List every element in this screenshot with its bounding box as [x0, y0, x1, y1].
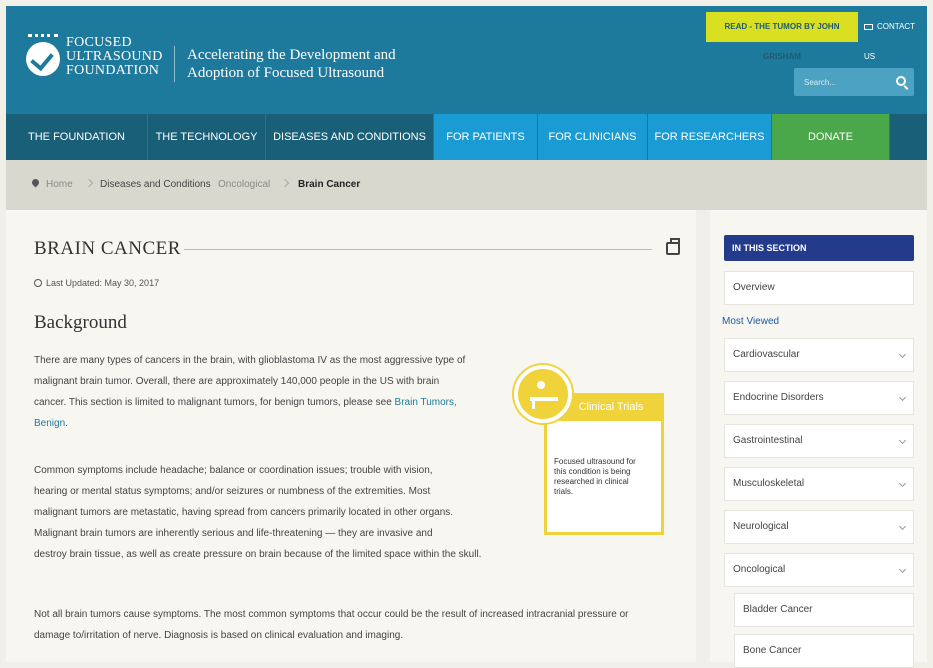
breadcrumb: Home Diseases and Conditions Oncological…	[6, 160, 927, 210]
search-icon[interactable]	[896, 76, 906, 86]
nav-filler	[890, 114, 927, 160]
sidebar-item-cardiovascular[interactable]: Cardiovascular	[724, 338, 914, 372]
breadcrumb-home[interactable]: Home	[46, 160, 73, 210]
donate-button[interactable]: DONATE	[772, 114, 890, 160]
page-title: BRAIN CANCER	[34, 238, 181, 259]
paragraph-3: Not all brain tumors cause symptoms. The…	[34, 609, 629, 641]
chevron-right-icon	[84, 178, 94, 188]
paragraph-1: There are many types of cancers in the b…	[34, 355, 466, 429]
nav-for-researchers[interactable]: FOR RESEARCHERS	[648, 114, 772, 160]
search-box	[794, 68, 914, 96]
sidebar-item-endocrine[interactable]: Endocrine Disorders	[724, 381, 914, 415]
nav-the-foundation[interactable]: THE FOUNDATION	[6, 114, 148, 160]
chevron-down-icon	[898, 522, 907, 531]
checkmark-logo-icon	[26, 42, 60, 76]
foundation-logo[interactable]: FOCUSED ULTRASOUND FOUNDATION	[26, 34, 166, 94]
clock-icon	[34, 279, 42, 287]
title-divider	[184, 249, 652, 250]
main-nav: THE FOUNDATION THE TECHNOLOGY DISEASES A…	[6, 114, 927, 160]
nav-diseases-and-conditions[interactable]: DISEASES AND CONDITIONS	[266, 114, 434, 160]
section-sidebar: IN THIS SECTION Overview Most Viewed Car…	[710, 210, 927, 668]
last-updated: Last Updated: May 30, 2017	[34, 278, 159, 288]
sidebar-item-gastrointestinal[interactable]: Gastrointestinal	[724, 424, 914, 458]
contact-us-link[interactable]: CONTACT US	[862, 12, 927, 61]
sidebar-subitem-bladder-cancer[interactable]: Bladder Cancer	[734, 593, 914, 627]
tagline: Accelerating the Development and Adoptio…	[174, 46, 396, 82]
nav-the-technology[interactable]: THE TECHNOLOGY	[148, 114, 266, 160]
sidebar-item-oncological[interactable]: Oncological	[724, 553, 914, 587]
location-pin-icon	[30, 177, 41, 188]
logo-text: FOCUSED ULTRASOUND FOUNDATION	[66, 35, 163, 78]
breadcrumb-oncological[interactable]: Oncological	[218, 160, 270, 210]
brain-tumors-benign-link-cont[interactable]: Benign	[34, 418, 65, 429]
breadcrumb-current: Brain Cancer	[298, 179, 361, 190]
nav-for-patients[interactable]: FOR PATIENTS	[434, 114, 538, 160]
sidebar-item-overview[interactable]: Overview	[724, 271, 914, 305]
section-heading: Background	[34, 312, 127, 333]
search-input[interactable]	[794, 68, 890, 96]
sidebar-subitem-bone-cancer[interactable]: Bone Cancer	[734, 634, 914, 668]
most-viewed-label: Most Viewed	[722, 316, 780, 327]
brain-tumors-benign-link[interactable]: Brain Tumors,	[395, 397, 457, 408]
sidebar-item-neurological[interactable]: Neurological	[724, 510, 914, 544]
article: BRAIN CANCER Last Updated: May 30, 2017 …	[6, 210, 696, 662]
sidebar-item-musculoskeletal[interactable]: Musculoskeletal	[724, 467, 914, 501]
in-this-section-heading: IN THIS SECTION	[724, 235, 914, 261]
site-header: FOCUSED ULTRASOUND FOUNDATION Accelerati…	[6, 6, 927, 114]
breadcrumb-diseases[interactable]: Diseases and Conditions	[100, 160, 211, 210]
print-icon[interactable]	[666, 238, 680, 255]
envelope-icon	[864, 23, 873, 30]
chevron-right-icon	[280, 178, 290, 188]
patient-bed-icon	[514, 365, 572, 423]
clinical-trials-card[interactable]: Clinical Trials Focused ultrasound for t…	[514, 365, 664, 535]
chevron-down-icon	[898, 565, 907, 574]
nav-for-clinicians[interactable]: FOR CLINICIANS	[538, 114, 648, 160]
clinical-trials-title: Clinical Trials	[558, 393, 664, 421]
chevron-down-icon	[898, 436, 907, 445]
chevron-down-icon	[898, 393, 907, 402]
read-grisham-link[interactable]: READ - THE TUMOR BY JOHN GRISHAM	[706, 12, 858, 61]
paragraph-2: Common symptoms include headache; balanc…	[34, 465, 482, 560]
clinical-trials-text: Focused ultrasound for this condition is…	[554, 457, 636, 496]
chevron-down-icon	[898, 479, 907, 488]
chevron-down-icon	[898, 350, 907, 359]
